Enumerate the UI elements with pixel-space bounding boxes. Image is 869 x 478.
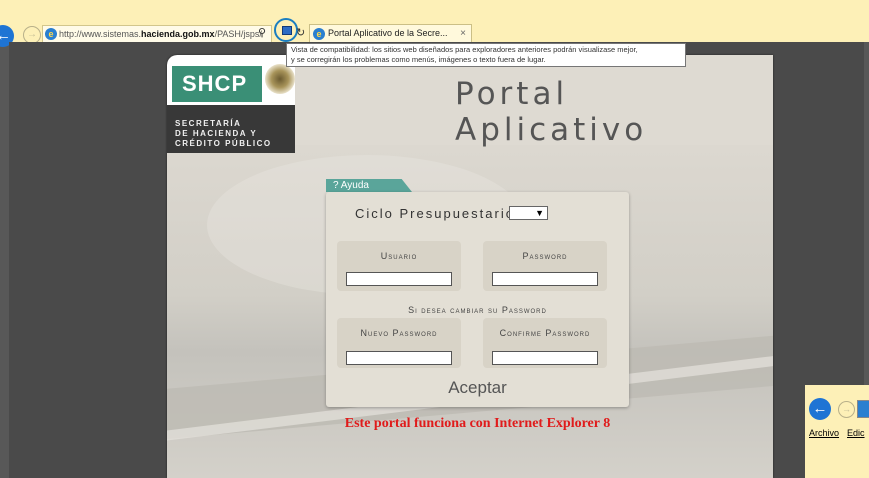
ie-logo-icon: e bbox=[45, 28, 57, 40]
browser-notice: Este portal funciona con Internet Explor… bbox=[344, 416, 611, 431]
usuario-panel: Usuario bbox=[337, 241, 461, 291]
back-arrow-icon[interactable]: ← bbox=[809, 398, 831, 420]
address-prefix: http://www.sistemas. bbox=[59, 29, 142, 39]
change-password-label: Si desea cambiar su Password bbox=[408, 305, 547, 315]
login-form: Ciclo Presupuestario: ▼ Usuario Password… bbox=[326, 192, 629, 407]
browser-toolbar: ← → e http://www.sistemas.hacienda.gob.m… bbox=[0, 0, 869, 47]
mexico-seal-icon bbox=[265, 64, 295, 94]
secondary-browser-window: ← → Archivo Edic bbox=[805, 385, 869, 478]
portal-page: SHCP SECRETARÍA DE HACIENDA Y CRÉDITO PÚ… bbox=[167, 55, 773, 478]
ie-logo-icon bbox=[857, 400, 869, 418]
ie-logo-icon: e bbox=[313, 28, 325, 40]
shcp-logo: SHCP SECRETARÍA DE HACIENDA Y CRÉDITO PÚ… bbox=[167, 55, 295, 153]
shcp-logo-text: SHCP bbox=[172, 66, 262, 102]
password-panel: Password bbox=[483, 241, 607, 291]
nuevo-password-panel: Nuevo Password bbox=[337, 318, 461, 368]
logo-line: SECRETARÍA bbox=[175, 119, 242, 128]
confirme-password-label: Confirme Password bbox=[499, 328, 591, 338]
help-tab[interactable]: ? Ayuda bbox=[326, 179, 412, 192]
usuario-label: Usuario bbox=[380, 251, 418, 261]
password-label: Password bbox=[522, 251, 568, 261]
address-domain: hacienda.gob.mx bbox=[141, 29, 215, 39]
menu-edicion[interactable]: Edic bbox=[847, 428, 865, 438]
aceptar-button[interactable]: Aceptar bbox=[326, 378, 629, 398]
page-title: Portal Aplicativo bbox=[455, 76, 648, 148]
refresh-icon[interactable]: ↻ bbox=[296, 26, 305, 39]
address-suffix: /PASH/jsps/ bbox=[214, 29, 262, 39]
logo-line: CRÉDITO PÚBLICO bbox=[175, 139, 272, 148]
search-icon[interactable]: ⚲ bbox=[258, 26, 266, 39]
compatibility-view-icon bbox=[282, 26, 292, 35]
address-bar[interactable]: e http://www.sistemas.hacienda.gob.mx/PA… bbox=[42, 25, 272, 43]
logo-line: DE HACIENDA Y bbox=[175, 129, 258, 138]
confirme-password-input[interactable] bbox=[492, 351, 598, 365]
tooltip-line: y se corregirán los problemas como menús… bbox=[291, 55, 546, 64]
nuevo-password-input[interactable] bbox=[346, 351, 452, 365]
ciclo-select[interactable]: ▼ bbox=[509, 206, 548, 220]
password-input[interactable] bbox=[492, 272, 598, 286]
forward-arrow-icon[interactable]: → bbox=[838, 401, 855, 418]
confirme-password-panel: Confirme Password bbox=[483, 318, 607, 368]
close-tab-icon[interactable]: × bbox=[460, 25, 466, 42]
nuevo-password-label: Nuevo Password bbox=[360, 328, 438, 338]
chevron-down-icon: ▼ bbox=[535, 208, 544, 218]
tooltip-line: Vista de compatibilidad: los sitios web … bbox=[291, 45, 638, 54]
menu-bar: Archivo Edic bbox=[809, 428, 869, 438]
compatibility-view-button[interactable] bbox=[274, 18, 298, 42]
compatibility-tooltip: Vista de compatibilidad: los sitios web … bbox=[286, 43, 686, 67]
usuario-input[interactable] bbox=[346, 272, 452, 286]
ciclo-label: Ciclo Presupuestario: bbox=[355, 206, 521, 221]
browser-tab[interactable]: e Portal Aplicativo de la Secre... × bbox=[309, 24, 472, 42]
menu-archivo[interactable]: Archivo bbox=[809, 428, 839, 438]
tab-title: Portal Aplicativo de la Secre... bbox=[328, 28, 448, 38]
logo-subtitle: SECRETARÍA DE HACIENDA Y CRÉDITO PÚBLICO bbox=[175, 119, 272, 149]
